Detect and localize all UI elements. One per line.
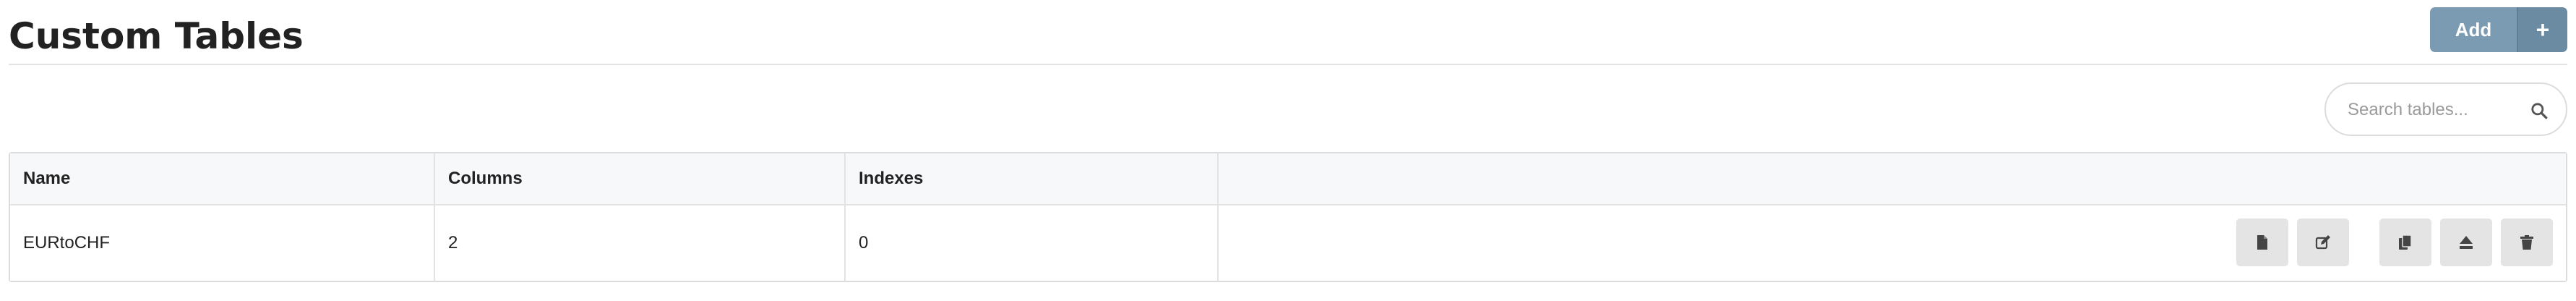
title-divider (9, 64, 2567, 65)
eject-icon (2460, 236, 2473, 249)
custom-tables-page: Custom Tables Add + Name Columns Indexes… (0, 0, 2576, 301)
table-columns-cell: 2 (435, 205, 846, 281)
eject-button[interactable] (2440, 219, 2492, 266)
custom-tables-table: Name Columns Indexes EURtoCHF 2 0 (9, 152, 2567, 282)
search-icon[interactable] (2530, 101, 2549, 120)
add-button[interactable]: Add (2430, 7, 2517, 52)
edit-icon (2315, 235, 2330, 250)
column-header-actions (1219, 153, 2566, 204)
table-name-cell[interactable]: EURtoCHF (10, 205, 435, 281)
delete-button[interactable] (2501, 219, 2553, 266)
document-icon (2257, 235, 2267, 250)
trash-icon (2520, 235, 2533, 250)
page-title: Custom Tables (9, 15, 304, 57)
search-input[interactable] (2346, 84, 2523, 136)
column-header-name[interactable]: Name (10, 153, 435, 204)
column-header-indexes[interactable]: Indexes (846, 153, 1219, 204)
edit-button[interactable] (2297, 219, 2349, 266)
add-button-group: Add + (2430, 7, 2567, 52)
copy-button[interactable] (2379, 219, 2431, 266)
view-button[interactable] (2236, 219, 2288, 266)
search-box (2324, 82, 2567, 136)
copy-icon (2399, 234, 2412, 250)
column-header-columns[interactable]: Columns (435, 153, 846, 204)
table-row: EURtoCHF 2 0 (10, 205, 2566, 281)
add-plus-button[interactable]: + (2517, 7, 2567, 52)
table-actions-cell (1219, 205, 2566, 281)
table-indexes-cell: 0 (846, 205, 1219, 281)
table-header-row: Name Columns Indexes (10, 153, 2566, 205)
